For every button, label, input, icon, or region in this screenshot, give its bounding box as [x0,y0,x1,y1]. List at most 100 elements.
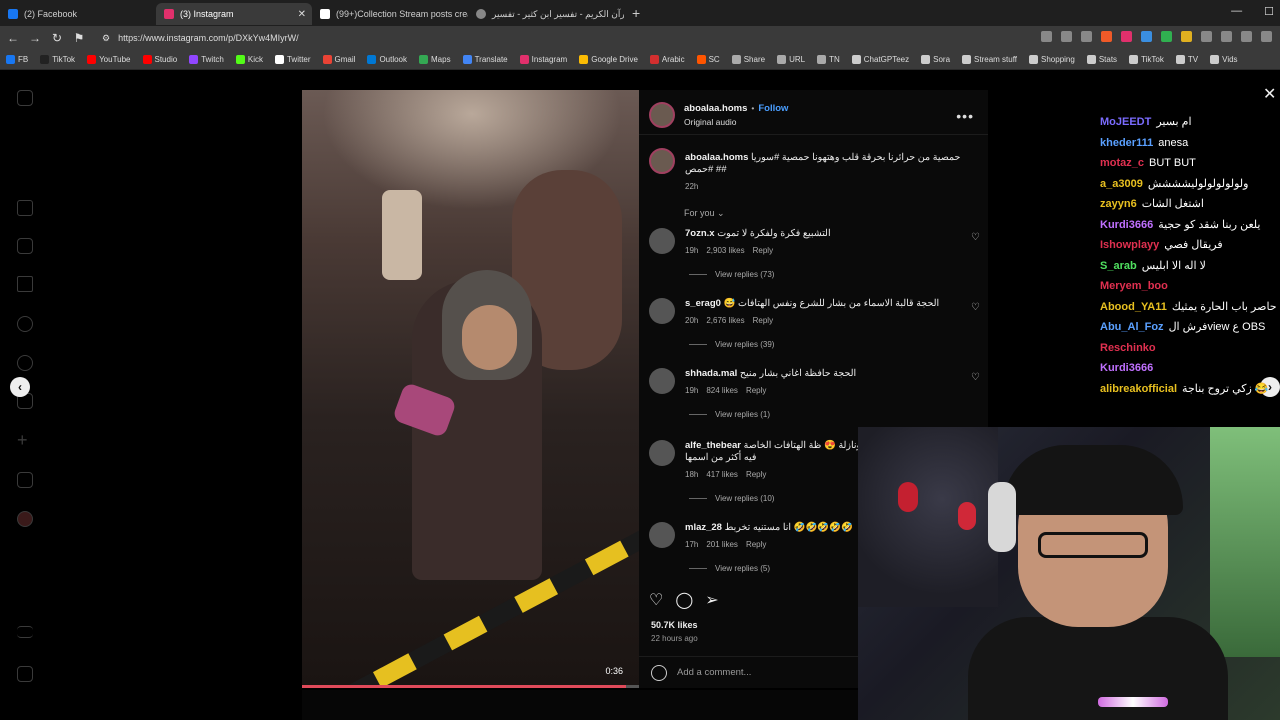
extensions-icon[interactable] [1201,31,1212,42]
music-icon[interactable] [1241,31,1252,42]
comment-input[interactable]: Add a comment... [677,667,751,678]
comment-avatar[interactable] [649,368,675,394]
share-icon[interactable] [1081,31,1092,42]
bookmark-icon[interactable]: ⚑ [70,31,88,45]
chat-username[interactable]: motaz_c [1100,157,1144,169]
bookmark-stream-stuff[interactable]: Stream stuff [962,55,1017,64]
comment-avatar[interactable] [649,440,675,466]
bookmark-studio[interactable]: Studio [142,55,177,64]
bookmark-google-drive[interactable]: Google Drive [579,55,638,64]
back-icon[interactable]: ← [4,31,22,45]
bookmark-tiktok[interactable]: TikTok [40,55,75,64]
chat-username[interactable]: Abood_YA11 [1100,301,1167,313]
site-info-icon[interactable]: ⚙ [102,33,110,44]
author-name[interactable]: aboalaa.homs [684,103,747,114]
brave-shield-icon[interactable] [1101,31,1112,42]
bookmark-twitch[interactable]: Twitch [189,55,224,64]
view-replies[interactable]: View replies (5) [689,564,770,573]
chat-username[interactable]: MoJEEDT [1100,116,1151,128]
tab-collection[interactable]: (99+)Collection Stream posts created [312,3,468,25]
caption-user[interactable]: aboalaa.homs [685,152,748,163]
audio-label[interactable]: Original audio [684,117,736,127]
tab-instagram[interactable]: (3) Instagram ✕ [156,3,312,25]
bookmark-tiktok[interactable]: TikTok [1129,55,1164,64]
comment-likes[interactable]: 417 likes [706,470,738,479]
chat-username[interactable]: zayyn6 [1100,198,1137,210]
bookmark-gmail[interactable]: Gmail [322,55,355,64]
profile-icon[interactable] [1261,31,1272,42]
url-field[interactable]: ⚙ https://www.instagram.com/p/DXkYw4MIyr… [102,29,1002,47]
explore-icon[interactable] [17,355,33,371]
reply-button[interactable]: Reply [746,470,766,479]
brave-rewards-icon[interactable] [1121,31,1132,42]
dashboard-icon[interactable] [17,472,33,488]
reply-button[interactable]: Reply [753,316,773,325]
share-icon[interactable]: ➢ [705,590,718,610]
likes-count[interactable]: 50.7K likes [651,620,698,630]
comment-likes[interactable]: 824 likes [706,386,738,395]
tab-quran[interactable]: القرآن الكريم - تفسير ابن كثير - تفسير [468,3,624,25]
prev-post-icon[interactable]: ‹ [10,377,30,397]
menu-icon[interactable] [17,626,33,638]
bookmark-maps[interactable]: Maps [419,55,451,64]
bookmark-translate[interactable]: Translate [462,55,508,64]
caption-avatar[interactable] [649,148,675,174]
view-replies[interactable]: View replies (10) [689,494,774,503]
bookmark-twitter[interactable]: Twitter [274,55,311,64]
create-icon[interactable]: + [17,431,33,449]
comment-likes[interactable]: 201 likes [706,540,738,549]
home-icon[interactable] [17,200,33,216]
comment-like-icon[interactable]: ♡ [971,232,980,243]
extension-yellow-icon[interactable] [1181,31,1192,42]
bookmark-instagram[interactable]: Instagram [519,55,567,64]
view-replies[interactable]: View replies (39) [689,340,774,349]
bookmark-sora[interactable]: Sora [921,55,950,64]
instagram-logo-icon[interactable] [17,90,33,106]
more-options-icon[interactable]: ••• [956,108,974,124]
reply-button[interactable]: Reply [746,540,766,549]
like-icon[interactable]: ♡ [649,590,663,610]
tab-facebook[interactable]: (2) Facebook [0,3,156,25]
maximize-icon[interactable]: ☐ [1264,5,1274,18]
bookmark-arabic[interactable]: Arabic [649,55,685,64]
comment-user[interactable]: 7ozn.x [685,228,715,239]
chat-username[interactable]: kheder111 [1100,137,1153,149]
comment-user[interactable]: s_erag0 [685,298,721,309]
comment-likes[interactable]: 2,676 likes [706,316,744,325]
bookmark-kick[interactable]: Kick [235,55,263,64]
comment-like-icon[interactable]: ♡ [971,302,980,313]
comment-user[interactable]: shhada.mal [685,368,737,379]
messages-icon[interactable] [17,276,33,292]
bookmark-vids[interactable]: Vids [1210,55,1238,64]
comment-user[interactable]: alfe_thebear [685,440,741,451]
extension-green-icon[interactable] [1161,31,1172,42]
bookmark-sc[interactable]: SC [696,55,720,64]
chat-username[interactable]: a_a3009 [1100,178,1143,190]
comment-like-icon[interactable]: ♡ [971,372,980,383]
view-replies[interactable]: View replies (73) [689,270,774,279]
profile-avatar[interactable] [17,511,33,527]
comment-avatar[interactable] [649,228,675,254]
comment-likes[interactable]: 2,903 likes [706,246,744,255]
bookmark-tn[interactable]: TN [817,55,840,64]
author-avatar[interactable] [649,102,675,128]
zoom-icon[interactable] [1061,31,1072,42]
chat-username[interactable]: Meryem_boo [1100,280,1168,292]
bookmark-stats[interactable]: Stats [1086,55,1117,64]
reload-icon[interactable]: ↻ [48,31,66,45]
video-progress[interactable] [302,685,639,688]
comment-icon[interactable]: ◯ [675,590,693,610]
extension-blue-icon[interactable] [1141,31,1152,42]
more-icon[interactable] [17,666,33,682]
bookmark-chatgpteez[interactable]: ChatGPTeez [851,55,909,64]
bookmark-url[interactable]: URL [777,55,805,64]
view-replies[interactable]: View replies (1) [689,410,770,419]
sidebar-icon[interactable] [1221,31,1232,42]
chat-username[interactable]: S_arab [1100,260,1137,272]
new-tab-button[interactable]: + [632,5,640,21]
chat-username[interactable]: Abu_Al_Foz [1100,321,1164,333]
comment-avatar[interactable] [649,522,675,548]
search-icon[interactable] [17,316,33,332]
reply-button[interactable]: Reply [753,246,773,255]
minimize-icon[interactable]: — [1231,5,1242,18]
